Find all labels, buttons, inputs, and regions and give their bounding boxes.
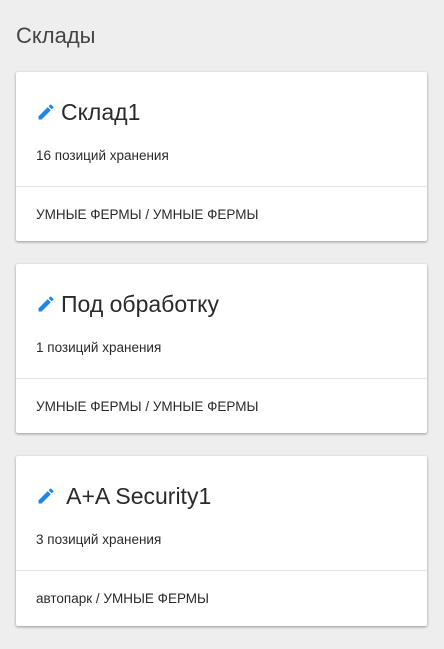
- card-header: A+A Security1: [36, 480, 211, 512]
- warehouse-title: Склад1: [61, 99, 141, 125]
- storage-positions-count: 3 позиций хранения: [36, 532, 162, 547]
- warehouse-card[interactable]: A+A Security1 3 позиций хранения автопар…: [16, 456, 427, 626]
- pencil-icon[interactable]: [36, 486, 56, 506]
- warehouse-card[interactable]: Склад1 16 позиций хранения УМНЫЕ ФЕРМЫ /…: [16, 72, 427, 241]
- card-divider: [16, 186, 427, 187]
- pencil-icon[interactable]: [36, 294, 56, 314]
- card-header: Под обработку: [36, 288, 219, 320]
- warehouse-card[interactable]: Под обработку 1 позиций хранения УМНЫЕ Ф…: [16, 264, 427, 433]
- warehouse-title: Под обработку: [61, 291, 219, 317]
- warehouse-owner-path: УМНЫЕ ФЕРМЫ / УМНЫЕ ФЕРМЫ: [36, 207, 259, 222]
- warehouse-list: Склад1 16 позиций хранения УМНЫЕ ФЕРМЫ /…: [16, 72, 427, 649]
- card-divider: [16, 570, 427, 571]
- page-title: Склады: [16, 23, 96, 48]
- card-header: Склад1: [36, 96, 140, 128]
- storage-positions-count: 1 позиций хранения: [36, 340, 162, 355]
- storage-positions-count: 16 позиций хранения: [36, 148, 169, 163]
- warehouse-owner-path: УМНЫЕ ФЕРМЫ / УМНЫЕ ФЕРМЫ: [36, 399, 259, 414]
- warehouse-title: A+A Security1: [61, 483, 212, 509]
- card-divider: [16, 378, 427, 379]
- warehouse-owner-path: автопарк / УМНЫЕ ФЕРМЫ: [36, 591, 210, 606]
- pencil-icon[interactable]: [36, 102, 56, 122]
